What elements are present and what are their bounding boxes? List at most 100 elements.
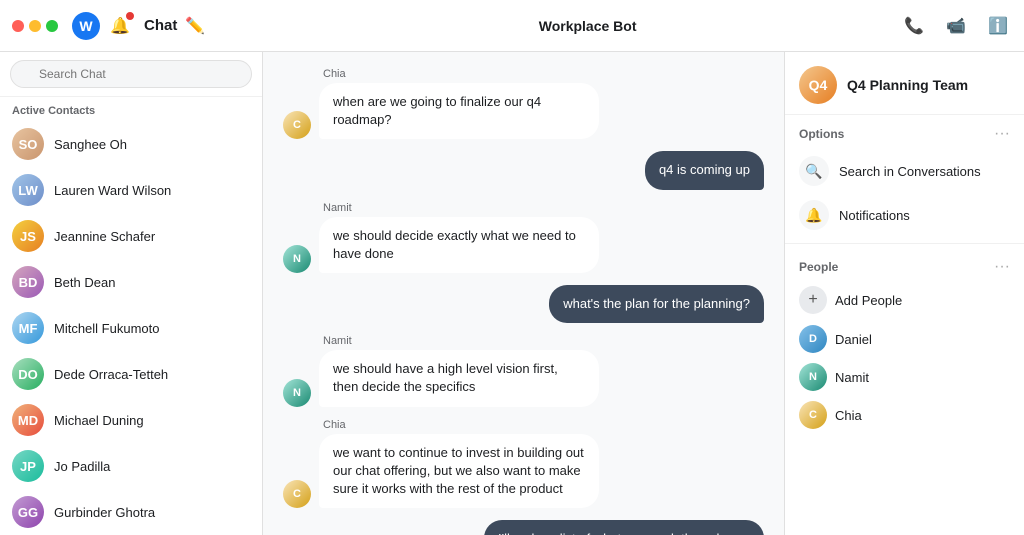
person-namit[interactable]: N Namit	[799, 358, 1010, 396]
message-bubble: we want to continue to invest in buildin…	[319, 434, 599, 509]
message-bubble: when are we going to finalize our q4 roa…	[319, 83, 599, 139]
top-bar: W 🔔 Chat ✏️ Workplace Bot 📞 📹 ℹ️	[0, 0, 1024, 52]
msg-avatar: N	[283, 245, 311, 273]
message-m6: Chia C we want to continue to invest in …	[283, 419, 764, 509]
contact-avatar: GG	[12, 496, 44, 528]
rp-options-title: Options	[799, 127, 844, 141]
person-avatar: D	[799, 325, 827, 353]
contact-avatar: JS	[12, 220, 44, 252]
search-wrapper: 🔍	[10, 60, 252, 88]
msg-content: N we should decide exactly what we need …	[283, 217, 599, 273]
contact-item-mitchell[interactable]: MF Mitchell Fukumoto	[0, 305, 262, 351]
rp-divider	[785, 243, 1024, 244]
contact-name: Michael Duning	[54, 413, 144, 428]
sender-name: Chia	[323, 419, 346, 431]
contact-avatar: JP	[12, 450, 44, 482]
msg-content: C we want to continue to invest in build…	[283, 434, 599, 509]
search-input[interactable]	[10, 60, 252, 88]
minimize-button[interactable]	[29, 20, 41, 32]
person-name: Namit	[835, 370, 869, 385]
contact-item-beth[interactable]: BD Beth Dean	[0, 259, 262, 305]
contact-item-gurbinder[interactable]: GG Gurbinder Ghotra	[0, 489, 262, 535]
person-chia[interactable]: C Chia	[799, 396, 1010, 434]
chat-area: Chia C when are we going to finalize our…	[263, 52, 784, 535]
search-conversations-label: Search in Conversations	[839, 164, 981, 179]
message-m5: Namit N we should have a high level visi…	[283, 335, 764, 406]
group-avatar-initials: Q4	[809, 77, 828, 93]
group-avatar: Q4	[799, 66, 837, 104]
contact-name: Lauren Ward Wilson	[54, 183, 171, 198]
message-bubble: q4 is coming up	[645, 151, 764, 189]
contact-item-michael[interactable]: MD Michael Duning	[0, 397, 262, 443]
sender-name: Namit	[323, 202, 352, 214]
video-icon[interactable]: 📹	[942, 12, 970, 40]
notifications-label: Notifications	[839, 208, 910, 223]
contact-item-dede[interactable]: DO Dede Orraca-Tetteh	[0, 351, 262, 397]
sidebar: 🔍 Active Contacts SO Sanghee Oh LW Laure…	[0, 52, 263, 535]
notifications-icon: 🔔	[799, 200, 829, 230]
message-m7: I'll make a list of what we need, then s…	[283, 520, 764, 535]
info-icon[interactable]: ℹ️	[984, 12, 1012, 40]
contact-item-lauren[interactable]: LW Lauren Ward Wilson	[0, 167, 262, 213]
contacts-list: SO Sanghee Oh LW Lauren Ward Wilson JS J…	[0, 121, 262, 535]
sender-name: Chia	[323, 68, 346, 80]
top-bar-left: W 🔔 Chat ✏️	[12, 12, 275, 40]
message-m3: Namit N we should decide exactly what we…	[283, 202, 764, 273]
maximize-button[interactable]	[46, 20, 58, 32]
contact-avatar: MF	[12, 312, 44, 344]
rp-people-header: People ···	[799, 250, 1010, 280]
rp-people-section: People ··· + Add People D Daniel N Namit…	[785, 250, 1024, 434]
conversation-title: Workplace Bot	[539, 18, 637, 34]
search-bar: 🔍	[0, 52, 262, 97]
contact-item-sanghee[interactable]: SO Sanghee Oh	[0, 121, 262, 167]
rp-options-header: Options ···	[785, 115, 1024, 149]
top-bar-center: Workplace Bot	[275, 18, 900, 34]
contact-avatar: DO	[12, 358, 44, 390]
options-more-icon[interactable]: ···	[994, 125, 1010, 143]
message-m2: q4 is coming up	[283, 151, 764, 189]
message-bubble: I'll make a list of what we need, then s…	[484, 520, 764, 535]
contact-name: Gurbinder Ghotra	[54, 505, 155, 520]
notification-bell[interactable]: 🔔	[108, 14, 132, 38]
notifications-option[interactable]: 🔔 Notifications	[785, 193, 1024, 237]
search-in-conversations[interactable]: 🔍 Search in Conversations	[785, 149, 1024, 193]
chat-title: Chat	[144, 17, 177, 34]
msg-avatar: N	[283, 379, 311, 407]
contact-item-jo[interactable]: JP Jo Padilla	[0, 443, 262, 489]
contact-name: Dede Orraca-Tetteh	[54, 367, 168, 382]
sender-name: Namit	[323, 335, 352, 347]
traffic-lights	[12, 20, 58, 32]
message-m1: Chia C when are we going to finalize our…	[283, 68, 764, 139]
phone-icon[interactable]: 📞	[900, 12, 928, 40]
add-people-label: Add People	[835, 293, 902, 308]
person-name: Daniel	[835, 332, 872, 347]
message-bubble: we should have a high level vision first…	[319, 350, 599, 406]
contact-item-jeannine[interactable]: JS Jeannine Schafer	[0, 213, 262, 259]
contact-name: Jo Padilla	[54, 459, 110, 474]
notification-badge	[126, 12, 134, 20]
messages-container: Chia C when are we going to finalize our…	[263, 52, 784, 535]
contact-name: Beth Dean	[54, 275, 115, 290]
msg-content: C when are we going to finalize our q4 r…	[283, 83, 599, 139]
contact-name: Jeannine Schafer	[54, 229, 155, 244]
msg-avatar: C	[283, 480, 311, 508]
msg-content: N we should have a high level vision fir…	[283, 350, 599, 406]
rp-header: Q4 Q4 Planning Team	[785, 52, 1024, 115]
compose-icon[interactable]: ✏️	[185, 16, 205, 36]
app-icon: W	[72, 12, 100, 40]
msg-avatar: C	[283, 111, 311, 139]
people-more-icon[interactable]: ···	[994, 258, 1010, 276]
close-button[interactable]	[12, 20, 24, 32]
active-contacts-label: Active Contacts	[0, 97, 262, 121]
person-daniel[interactable]: D Daniel	[799, 320, 1010, 358]
contact-name: Mitchell Fukumoto	[54, 321, 159, 336]
search-conversations-icon: 🔍	[799, 156, 829, 186]
main-layout: 🔍 Active Contacts SO Sanghee Oh LW Laure…	[0, 52, 1024, 535]
message-bubble: we should decide exactly what we need to…	[319, 217, 599, 273]
rp-people-title: People	[799, 260, 838, 274]
person-avatar: N	[799, 363, 827, 391]
add-people-button[interactable]: + Add People	[799, 280, 1010, 320]
contact-avatar: MD	[12, 404, 44, 436]
message-bubble: what's the plan for the planning?	[549, 285, 764, 323]
message-m4: what's the plan for the planning?	[283, 285, 764, 323]
